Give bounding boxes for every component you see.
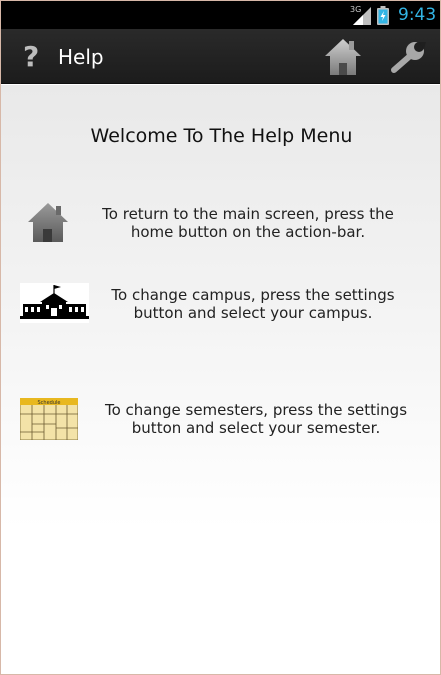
schedule-icon: Schedule	[20, 398, 78, 440]
help-item-campus: To change campus, press the settings but…	[1, 283, 440, 323]
device-frame: 3G 9:43 ? Help Welcome To The Help Menu …	[0, 0, 441, 675]
help-item-text: To change semesters, press the settings …	[104, 401, 408, 437]
schedule-icon-label: Schedule	[38, 400, 61, 406]
page-title: Welcome To The Help Menu	[90, 125, 353, 147]
action-bar: ? Help	[1, 29, 440, 84]
clock: 9:43	[398, 5, 437, 25]
status-bar: 3G 9:43	[1, 1, 440, 29]
school-building-icon	[20, 283, 89, 323]
home-icon	[28, 203, 68, 242]
help-icon: ?	[23, 40, 40, 73]
help-item-home: To return to the main screen, press the …	[1, 203, 440, 245]
signal-icon	[353, 7, 371, 25]
help-item-text: To return to the main screen, press the …	[102, 205, 394, 241]
battery-icon	[377, 6, 389, 25]
help-item-text: To change campus, press the settings but…	[111, 286, 395, 322]
home-button[interactable]	[323, 37, 363, 77]
wrench-icon[interactable]	[388, 39, 428, 75]
help-content: Welcome To The Help Menu To return to th…	[1, 85, 440, 674]
help-item-semester: Schedule To change semesters, press the …	[1, 398, 440, 442]
action-bar-title: Help	[58, 45, 104, 69]
